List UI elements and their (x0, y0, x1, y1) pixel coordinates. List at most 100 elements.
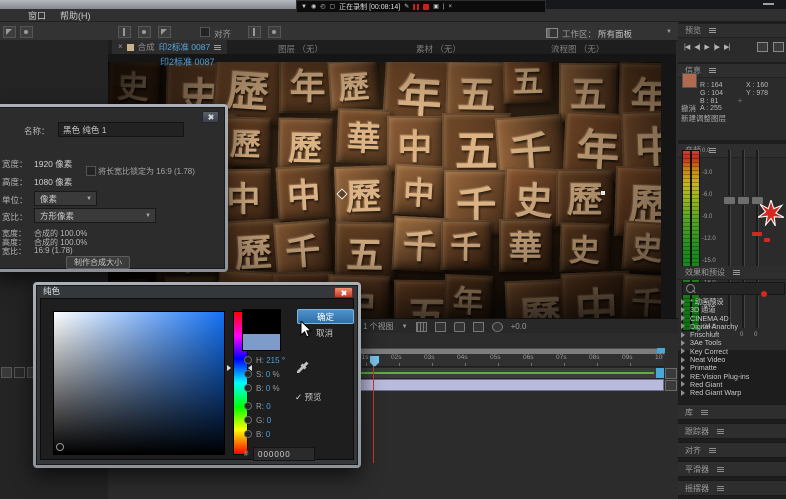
align-checkbox[interactable] (200, 27, 210, 38)
menu-window[interactable]: 窗口 (28, 9, 46, 22)
collapsed-panel-3[interactable]: 平滑器 (678, 461, 786, 477)
effects-category[interactable]: Red Giant Warp (680, 388, 784, 396)
effects-category[interactable]: Red Giant (680, 380, 784, 388)
info-panel: 信息 R : 164 G : 104 B : 81 A : 255 X : 16… (678, 64, 786, 140)
exposure-value[interactable]: +0.0 (511, 322, 527, 331)
name-input[interactable]: 黑色 纯色 1 (58, 122, 184, 137)
stop-recording-button[interactable] (423, 4, 429, 10)
effects-category[interactable]: Frischluft (680, 330, 784, 338)
color-pick-indicator[interactable] (56, 443, 64, 451)
selection-tool-icon[interactable] (3, 26, 16, 38)
pan-tool-icon[interactable] (20, 26, 33, 38)
channel-icon[interactable] (473, 322, 484, 332)
make-comp-size-button[interactable]: 制作合成大小 (66, 256, 130, 269)
timeline-zoom-handle[interactable] (657, 348, 665, 353)
views-selector[interactable]: 1 个视图 (363, 321, 394, 332)
hue-arrow-left-icon[interactable] (227, 365, 231, 371)
pen-annotate-icon[interactable]: ✎ (404, 3, 409, 10)
width-value[interactable]: 1920 像素 (34, 158, 72, 170)
align-checkbox-box[interactable] (200, 27, 210, 37)
lock-aspect-checkbox[interactable] (86, 166, 96, 176)
tab-composition[interactable]: × 合成 印2标准 0087 (112, 40, 227, 54)
menu-help[interactable]: 帮助(H) (60, 9, 91, 22)
audio-switch-icon[interactable] (14, 367, 25, 378)
panel-menu-icon[interactable] (214, 45, 221, 50)
camera-tool-icon[interactable] (138, 26, 151, 38)
units-dropdown[interactable]: 像素▼ (34, 191, 97, 206)
preview-checkbox[interactable]: ✓ 预览 (295, 391, 322, 403)
height-value[interactable]: 1080 像素 (34, 176, 72, 188)
pause-recording-button[interactable] (413, 4, 419, 10)
video-switch-icon[interactable] (1, 367, 12, 378)
pixel-aspect-dropdown[interactable]: 方形像素▼ (34, 208, 156, 223)
effects-category[interactable]: RE:Vision Plug-ins (680, 372, 784, 380)
effects-category[interactable]: CINEMA 4D (680, 314, 784, 322)
grid-options-icon[interactable] (416, 322, 427, 332)
audio-level-slider[interactable] (723, 196, 736, 205)
collapsed-panel-1[interactable]: 跟踪器 (678, 423, 786, 439)
panel-menu-icon[interactable] (733, 270, 740, 275)
radio-r[interactable] (244, 402, 252, 410)
hex-input[interactable]: 000000 (253, 447, 315, 461)
region-of-interest-icon[interactable] (435, 322, 446, 332)
close-tab-icon[interactable]: × (118, 43, 123, 51)
comp-marker-bin-icon[interactable] (665, 368, 677, 379)
work-area-end-handle[interactable] (656, 368, 664, 378)
mask-tool-icon[interactable] (158, 26, 171, 38)
transport-button[interactable]: ▶ (704, 43, 708, 51)
save-recording-icon[interactable]: ▣ (433, 3, 439, 10)
chevron-down-icon[interactable]: ▼ (301, 4, 307, 10)
tools-toolbar: 对齐 工作区： 所有面板 ▼ 搜索帮助 (0, 22, 786, 41)
views-dropdown-arrow-icon[interactable]: ▼ (402, 324, 408, 330)
effects-category[interactable]: 3D 通道 (680, 305, 784, 313)
effects-category[interactable]: Key Correct (680, 347, 784, 355)
picker-title: 纯色 (43, 285, 60, 297)
close-picker-icon[interactable] (334, 287, 353, 298)
audio-scale-value: -6.0 (702, 192, 712, 198)
panel-menu-icon[interactable] (709, 68, 716, 73)
transport-button[interactable]: ◀| (694, 43, 699, 51)
time-ruler[interactable]: 01s02s03s04s05s06s07s08s09s10s (352, 354, 663, 367)
comp-navigator[interactable]: 印2标准 0087 (160, 55, 215, 68)
collapsed-panel-0[interactable]: 库 (678, 404, 786, 420)
loop-icon[interactable] (773, 42, 784, 52)
saturation-brightness-field[interactable] (53, 311, 225, 455)
collapsed-panel-2[interactable]: 对齐 (678, 442, 786, 458)
transport-button[interactable]: |◀ (684, 43, 689, 51)
collapsed-panel-4[interactable]: 摇摆器 (678, 480, 786, 496)
radio-s[interactable] (244, 370, 252, 378)
radio-h[interactable] (244, 356, 252, 364)
layer-edge-handle[interactable] (601, 191, 605, 195)
ram-preview-icon[interactable] (757, 42, 768, 52)
rotate-tool-icon[interactable] (268, 26, 281, 38)
radio-g[interactable] (244, 416, 252, 424)
layer-duration-bar[interactable] (352, 379, 664, 391)
audio-level-slider[interactable] (737, 196, 750, 205)
eyedropper-icon[interactable] (296, 361, 309, 374)
puppet-tool-icon[interactable] (118, 26, 131, 38)
scale-tool-icon[interactable] (248, 26, 261, 38)
camera-snapshot-icon[interactable] (454, 322, 465, 332)
time-tick: 05s (490, 354, 510, 361)
workspace-dropdown-arrow-icon[interactable]: ▼ (666, 29, 672, 35)
workspace-value[interactable]: 所有面板 (598, 28, 632, 40)
aspect-value: 16:9 (1.78) (34, 246, 73, 255)
close-recorder-icon[interactable]: × (448, 4, 452, 10)
effects-category[interactable]: Digital Anarchy (680, 322, 784, 330)
minimize-icon[interactable] (763, 3, 774, 5)
effects-category[interactable]: Primatte (680, 363, 784, 371)
exposure-icon[interactable] (492, 322, 503, 332)
comp-button-icon[interactable] (665, 380, 677, 391)
work-area-bar[interactable] (352, 367, 665, 379)
effects-category[interactable]: Neat Video (680, 355, 784, 363)
panel-menu-icon[interactable] (709, 28, 716, 33)
effects-category[interactable]: 3Ae Tools (680, 338, 784, 346)
record-tool-icon[interactable]: ◉ (311, 3, 316, 10)
transport-button[interactable]: ▶| (724, 43, 729, 51)
zoom-tool-icon[interactable]: ◴ (320, 3, 325, 10)
radio-b2[interactable] (244, 430, 252, 438)
radio-b[interactable] (244, 384, 252, 392)
close-dialog-icon[interactable] (202, 111, 219, 123)
transport-button[interactable]: |▶ (714, 43, 719, 51)
window-select-icon[interactable]: ▢ (329, 3, 335, 10)
